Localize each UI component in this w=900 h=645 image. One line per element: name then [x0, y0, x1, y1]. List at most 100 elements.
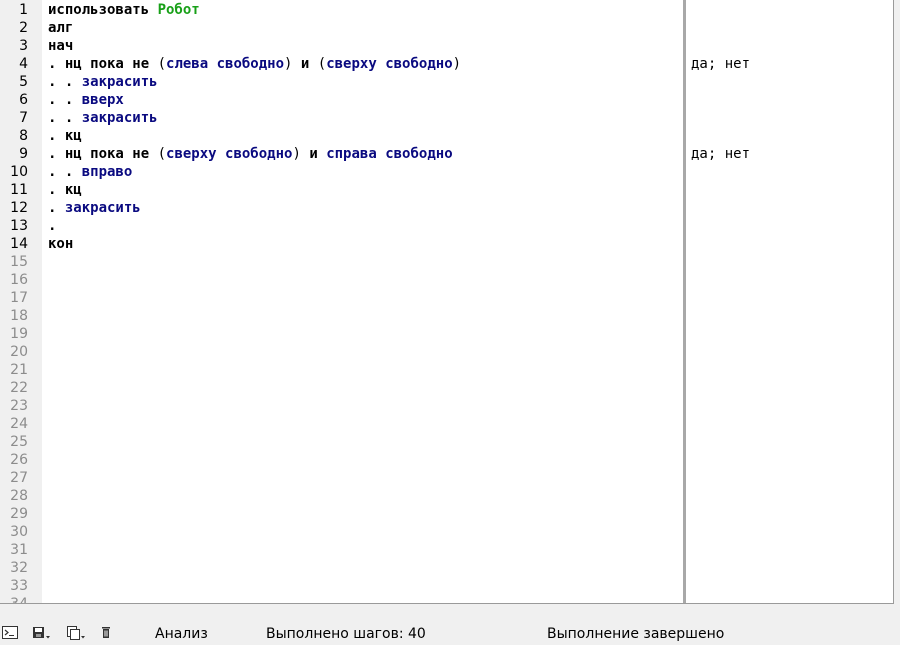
- code-line[interactable]: 8 . кц: [0, 127, 684, 145]
- code-line[interactable]: 3 нач: [0, 37, 684, 55]
- code-token-kw: . нц пока не: [48, 56, 158, 72]
- code-token-act: закрасить: [64, 200, 141, 216]
- line-number: 5: [19, 74, 28, 90]
- code-token-act: закрасить: [81, 74, 158, 90]
- line-number: 11: [10, 182, 28, 198]
- code-token-act: слева свободно: [166, 56, 285, 72]
- code-line[interactable]: 1 использовать Робот: [0, 1, 684, 19]
- result-margin: да; нет да; нет: [686, 0, 892, 603]
- mode-label: Анализ: [155, 626, 208, 642]
- code-token-kw: . .: [48, 74, 82, 90]
- code-text: . . вправо: [48, 163, 132, 181]
- code-token-kw: кон: [48, 236, 74, 252]
- code-line[interactable]: 6 . . вверх: [0, 91, 684, 109]
- line-number: 29: [10, 506, 28, 522]
- code-line[interactable]: 12. закрасить: [0, 199, 684, 217]
- status-bar: Анализ Выполнено шагов: 40 Выполнение за…: [0, 604, 900, 642]
- code-area[interactable]: 1 использовать Робот 2 алг 3 нач 4 . нц пока не…: [0, 0, 684, 603]
- code-editor[interactable]: 1 использовать Робот 2 алг 3 нач 4 . нц пока не…: [0, 0, 894, 604]
- code-token-act: вверх: [81, 92, 124, 108]
- trash-icon[interactable]: [100, 625, 114, 641]
- save-icon[interactable]: [32, 625, 52, 641]
- code-token-act: сверху свободно: [326, 56, 453, 72]
- line-number: 32: [10, 560, 28, 576]
- code-line[interactable]: 14 кон: [0, 235, 684, 253]
- code-token-kw: . .: [48, 164, 82, 180]
- line-number: 9: [19, 146, 28, 162]
- code-line[interactable]: 9 . нц пока не (сверху свободно) и справа…: [0, 145, 684, 163]
- line-number: 6: [19, 92, 28, 108]
- code-line[interactable]: 7 . . закрасить: [0, 109, 684, 127]
- code-token-kw: нач: [48, 38, 74, 54]
- line-number: 14: [10, 236, 28, 252]
- line-number: 10: [10, 164, 28, 180]
- code-line[interactable]: 4. нц пока не (слева свободно) и (сверху…: [0, 55, 684, 73]
- line-number: 17: [10, 290, 28, 306]
- line-number: 13: [10, 218, 28, 234]
- line-number: 28: [10, 488, 28, 504]
- code-text: . . закрасить: [48, 73, 158, 91]
- line-number: 18: [10, 308, 28, 324]
- code-text: нач: [48, 37, 73, 55]
- code-text: . закрасить: [48, 199, 141, 217]
- line-number: 33: [10, 578, 28, 594]
- code-token-kw: . .: [48, 92, 82, 108]
- code-token-kw: . .: [48, 110, 82, 126]
- code-text: . кц: [48, 181, 82, 199]
- terminal-icon[interactable]: [2, 625, 20, 641]
- line-number: 4: [19, 56, 28, 72]
- copy-icon[interactable]: [66, 625, 88, 641]
- margin-value: да; нет: [691, 56, 751, 72]
- line-number: 24: [10, 416, 28, 432]
- code-text: кон: [48, 235, 73, 253]
- code-text: . кц: [48, 127, 82, 145]
- code-text: использовать Робот: [48, 1, 200, 19]
- code-token-par: (: [157, 56, 167, 72]
- code-line[interactable]: 10 . . вправо: [0, 163, 684, 181]
- line-number: 30: [10, 524, 28, 540]
- code-token-act: справа свободно: [326, 146, 453, 162]
- line-number: 27: [10, 470, 28, 486]
- margin-value: да; нет: [691, 146, 751, 162]
- execution-status: Выполнение завершено: [547, 626, 725, 642]
- code-token-par: (: [157, 146, 167, 162]
- line-number: 1: [19, 2, 28, 18]
- code-token-kw: . кц: [48, 182, 82, 198]
- code-token-kw: и: [292, 56, 318, 72]
- code-token-kw: .: [48, 200, 65, 216]
- code-token-kw: . нц пока не: [48, 146, 158, 162]
- code-text: . нц пока не (сверху свободно) и справа …: [48, 145, 453, 163]
- line-number: 16: [10, 272, 28, 288]
- code-token-kw: и: [300, 146, 327, 162]
- code-text: .: [48, 217, 56, 235]
- code-line[interactable]: 2 алг: [0, 19, 684, 37]
- line-number: 23: [10, 398, 28, 414]
- code-token-kw: использовать: [48, 2, 158, 18]
- code-token-par: ): [292, 146, 301, 162]
- line-number: 3: [19, 38, 28, 54]
- line-number: 22: [10, 380, 28, 396]
- code-token-act: закрасить: [81, 110, 158, 126]
- code-line[interactable]: 5 . . закрасить: [0, 73, 684, 91]
- code-text: . . закрасить: [48, 109, 158, 127]
- code-token-par: (: [317, 56, 327, 72]
- line-number: 7: [19, 110, 28, 126]
- line-number: 12: [10, 200, 28, 216]
- code-token-mod: Робот: [157, 2, 200, 18]
- code-line[interactable]: 11 . кц: [0, 181, 684, 199]
- code-text: . . вверх: [48, 91, 124, 109]
- code-text: алг: [48, 19, 73, 37]
- code-token-kw: алг: [48, 20, 74, 36]
- line-number: 21: [10, 362, 28, 378]
- line-number: 2: [19, 20, 28, 36]
- line-number: 31: [10, 542, 28, 558]
- code-line[interactable]: 13.: [0, 217, 684, 235]
- line-number: 34: [10, 596, 28, 604]
- line-number: 20: [10, 344, 28, 360]
- line-number: 25: [10, 434, 28, 450]
- code-token-kw: . кц: [48, 128, 82, 144]
- code-token-kw: .: [48, 218, 57, 234]
- line-number: 8: [19, 128, 28, 144]
- code-token-act: сверху свободно: [166, 146, 293, 162]
- line-number: 15: [10, 254, 28, 270]
